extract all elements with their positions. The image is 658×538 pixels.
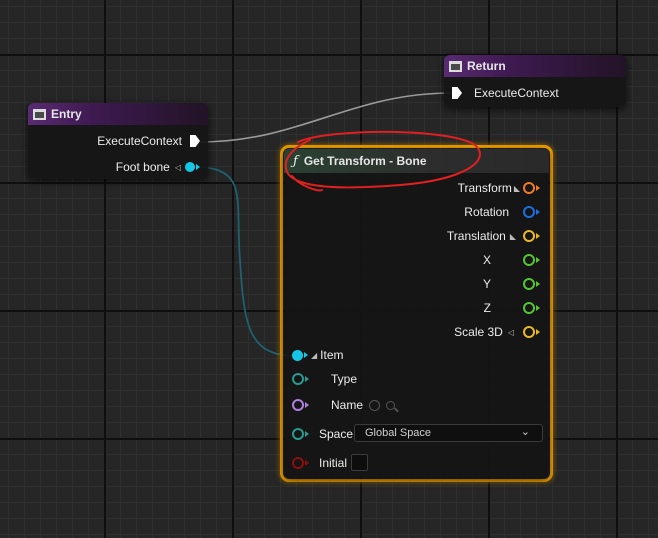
x-label: X: [482, 253, 491, 267]
pin-arrow-icon: [536, 281, 540, 287]
space-input-pin-row[interactable]: Space: [292, 427, 353, 441]
initial-checkbox[interactable]: [351, 454, 368, 471]
pin-arrow-icon: [536, 329, 540, 335]
space-pin-icon[interactable]: [292, 428, 304, 440]
return-node[interactable]: Return ExecuteContext: [444, 55, 626, 107]
transform-label: Transform: [457, 181, 512, 195]
entry-foot-bone-label: Foot bone: [115, 160, 170, 174]
space-dropdown[interactable]: Global Space ⌄: [354, 424, 543, 442]
space-dropdown-value: Global Space: [365, 427, 432, 439]
expand-triangle-icon[interactable]: ◢: [311, 351, 317, 360]
type-pin-icon[interactable]: [292, 373, 304, 385]
pin-arrow-icon: [305, 376, 309, 382]
name-pin-icon[interactable]: [292, 399, 304, 411]
return-node-header[interactable]: Return: [444, 55, 626, 77]
type-label: Type: [331, 372, 358, 386]
chevron-down-icon: ⌄: [520, 426, 530, 438]
name-input-pin-row[interactable]: Name: [292, 398, 396, 412]
pin-arrow-icon: [536, 209, 540, 215]
pin-arrow-icon: [305, 402, 309, 408]
scale-3d-label: Scale 3D: [454, 325, 503, 339]
initial-pin-icon[interactable]: [292, 457, 304, 469]
entry-execute-context-pin-row[interactable]: ExecuteContext: [97, 134, 200, 148]
function-icon: ƒ: [293, 153, 298, 169]
return-execute-context-pin-row[interactable]: ExecuteContext: [452, 86, 559, 100]
expand-triangle-icon[interactable]: ◣: [514, 184, 520, 193]
space-label: Space: [319, 427, 354, 441]
exec-wire: [199, 92, 453, 143]
entry-node[interactable]: Entry ExecuteContext Foot bone ◁: [28, 103, 208, 179]
entry-node-title: Entry: [51, 107, 82, 121]
search-icon[interactable]: [386, 400, 396, 410]
z-label: Z: [483, 301, 491, 315]
z-output-pin-row[interactable]: Z: [484, 301, 540, 315]
initial-input-pin-row[interactable]: Initial: [292, 456, 347, 470]
translation-label: Translation: [446, 229, 506, 243]
x-pin-icon[interactable]: [523, 254, 535, 266]
transform-pin-icon[interactable]: [523, 182, 535, 194]
collapse-triangle-icon[interactable]: ◁: [175, 163, 181, 172]
window-icon: [449, 60, 462, 72]
item-label: Item: [320, 348, 344, 362]
transform-output-pin-row[interactable]: Transform ◣: [458, 181, 540, 195]
y-label: Y: [482, 277, 491, 291]
get-transform-node-title: Get Transform - Bone: [303, 154, 427, 168]
exec-input-pin-icon[interactable]: [452, 87, 462, 99]
z-pin-icon[interactable]: [523, 302, 535, 314]
return-node-title: Return: [467, 59, 506, 73]
entry-execute-context-label: ExecuteContext: [97, 134, 182, 148]
pin-arrow-icon: [536, 185, 540, 191]
use-selected-icon[interactable]: [369, 399, 381, 411]
get-transform-bone-node[interactable]: ƒ Get Transform - Bone Transform ◣ Rotat…: [284, 149, 549, 478]
pin-arrow-icon: [536, 257, 540, 263]
entry-node-header[interactable]: Entry: [28, 103, 208, 125]
rotation-label: Rotation: [464, 205, 509, 219]
y-output-pin-row[interactable]: Y: [483, 277, 540, 291]
entry-foot-bone-pin-row[interactable]: Foot bone ◁: [116, 160, 200, 174]
scale-3d-pin-icon[interactable]: [523, 326, 535, 338]
bone-output-pin-icon[interactable]: [185, 162, 195, 172]
window-icon: [33, 108, 46, 120]
exec-output-pin-icon[interactable]: [190, 135, 200, 147]
get-transform-node-header[interactable]: ƒ Get Transform - Bone: [284, 149, 549, 173]
pin-arrow-icon: [536, 233, 540, 239]
pin-arrow-icon: [196, 164, 200, 170]
expand-triangle-icon[interactable]: ◣: [510, 232, 516, 241]
rotation-pin-icon[interactable]: [523, 206, 535, 218]
rotation-output-pin-row[interactable]: Rotation: [464, 205, 540, 219]
pin-arrow-icon: [304, 352, 308, 358]
scale-3d-output-pin-row[interactable]: Scale 3D ◁: [454, 325, 540, 339]
translation-output-pin-row[interactable]: Translation ◣: [447, 229, 540, 243]
collapse-triangle-icon[interactable]: ◁: [508, 328, 514, 337]
initial-label: Initial: [319, 456, 348, 470]
pin-arrow-icon: [305, 460, 309, 466]
pin-arrow-icon: [536, 305, 540, 311]
y-pin-icon[interactable]: [523, 278, 535, 290]
item-pin-icon[interactable]: [292, 349, 303, 361]
pin-arrow-icon: [305, 431, 309, 437]
return-execute-context-label: ExecuteContext: [474, 86, 559, 100]
translation-pin-icon[interactable]: [523, 230, 535, 242]
type-input-pin-row[interactable]: Type: [292, 372, 357, 386]
name-label: Name: [331, 398, 364, 412]
item-input-pin-row[interactable]: ◢ Item: [292, 348, 344, 362]
x-output-pin-row[interactable]: X: [483, 253, 540, 267]
